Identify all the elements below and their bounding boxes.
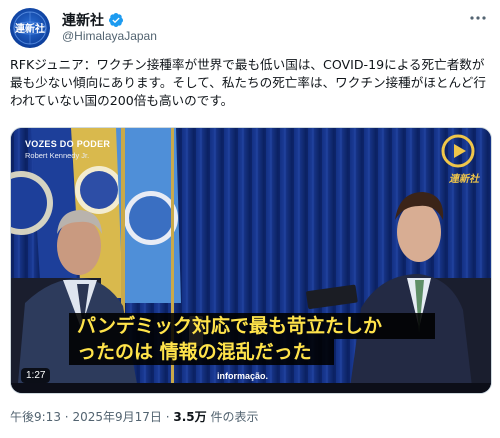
meta-separator-2: ·	[165, 410, 170, 424]
tweet-text: RFKジュニア：ワクチン接種率が世界で最も低い国は、COVID-19による死亡者…	[10, 57, 486, 108]
meta-separator: ·	[64, 410, 69, 424]
avatar-logo-icon: 連新社	[13, 11, 47, 45]
channel-logo-text: 連新社	[449, 174, 479, 185]
video-player[interactable]: VOZES DO PODER Robert Kennedy Jr. 連新社 パン…	[10, 127, 492, 394]
more-options-icon[interactable]	[468, 10, 488, 26]
view-count: 3.5万	[173, 410, 207, 424]
caption-line-2: ったのは 情報の混乱だった	[69, 339, 334, 365]
post-time[interactable]: 午後9:13	[10, 410, 61, 424]
channel-play-logo-icon	[441, 134, 475, 168]
tweet-card[interactable]: 連新社 連新社 @HimalayaJapan RFKジュニア：ワクチン接種率が世…	[0, 0, 500, 438]
channel-title: VOZES DO PODER	[25, 139, 111, 149]
caption-line-1: パンデミック対応で最も苛立たしか	[69, 313, 435, 339]
avatar[interactable]: 連新社	[10, 8, 50, 48]
video-duration-badge: 1:27	[21, 368, 51, 383]
handle[interactable]: @HimalayaJapan	[62, 29, 157, 43]
display-name[interactable]: 連新社	[62, 10, 104, 30]
svg-text:連新社: 連新社	[15, 22, 45, 35]
tweet-meta: 午後9:13 · 2025年9月17日 · 3.5万 件の表示	[10, 408, 258, 425]
channel-subtitle: Robert Kennedy Jr.	[25, 151, 90, 160]
view-count-label: 件の表示	[210, 410, 259, 424]
post-date[interactable]: 2025年9月17日	[72, 410, 161, 424]
verified-badge-icon	[108, 13, 123, 27]
caption-original: informação.	[217, 371, 269, 381]
name-line: 連新社	[62, 10, 124, 30]
tweet-header: 連新社 連新社 @HimalayaJapan	[10, 8, 490, 48]
